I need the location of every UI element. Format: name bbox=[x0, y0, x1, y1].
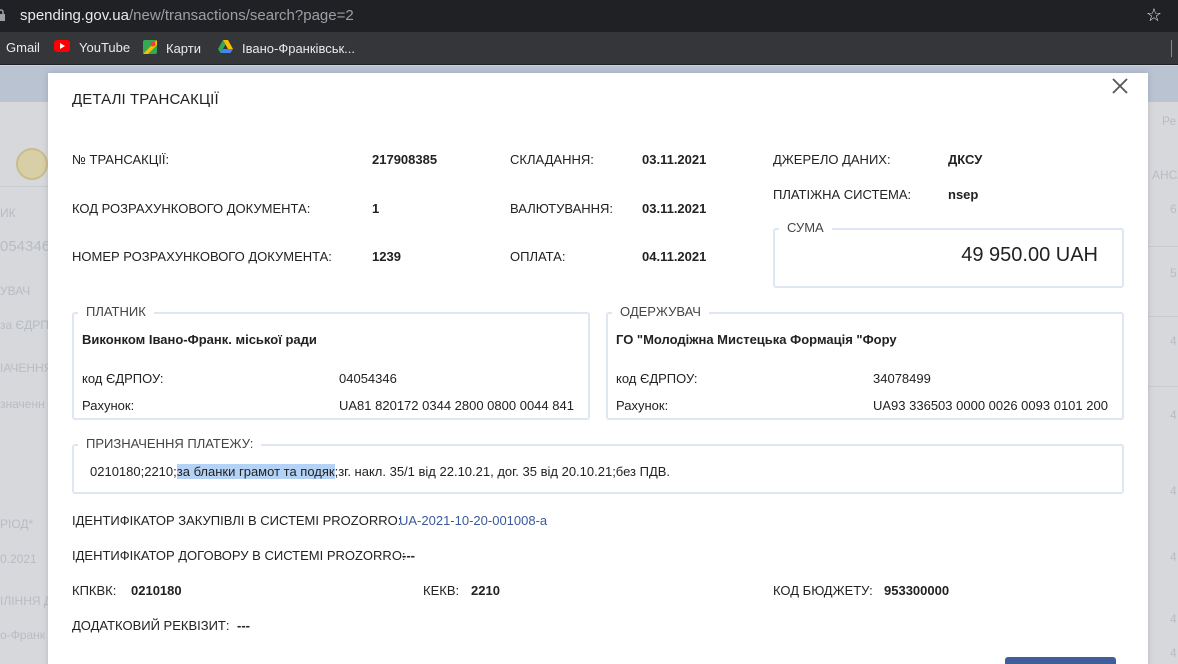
valuation-value: 03.11.2021 bbox=[642, 201, 707, 216]
purpose-text-part: 0210180;2210; bbox=[90, 464, 177, 479]
url-text[interactable]: spending.gov.ua/new/transactions/search?… bbox=[20, 7, 354, 24]
compiled-value: 03.11.2021 bbox=[642, 152, 707, 167]
bookmark-label: Gmail bbox=[6, 40, 40, 55]
extra-value: --- bbox=[237, 618, 250, 633]
budget-code-value: 953300000 bbox=[884, 583, 950, 598]
source-value: ДКСУ bbox=[948, 152, 983, 167]
transaction-no-label: № ТРАНСАКЦІЇ: bbox=[72, 152, 170, 167]
drive-icon bbox=[218, 40, 233, 56]
prozorro-contract-value: --- bbox=[402, 548, 415, 563]
recipient-edrpou-label: код ЄДРПОУ: bbox=[616, 371, 698, 386]
purpose-text[interactable]: 0210180;2210;за бланки грамот та подяк;з… bbox=[90, 464, 670, 479]
bookmark-gmail[interactable]: Gmail bbox=[6, 40, 40, 55]
payer-name: Виконком Івано-Франк. міської ради bbox=[82, 332, 317, 347]
bookmark-label: Івано-Франківськ... bbox=[242, 40, 355, 56]
doc-number-value: 1239 bbox=[372, 249, 401, 264]
bg-text: Ре bbox=[1162, 114, 1177, 128]
payment-value: 04.11.2021 bbox=[642, 249, 707, 264]
recipient-legend: ОДЕРЖУВАЧ bbox=[612, 304, 709, 319]
maps-icon bbox=[143, 40, 157, 57]
payment-label: ОПЛАТА: bbox=[510, 249, 566, 264]
recipient-account-value: UA93 336503 0000 0026 0093 0101 200 bbox=[873, 398, 1108, 413]
bg-text: 0.2021 bbox=[0, 552, 37, 566]
kekv-label: КЕКВ: bbox=[423, 583, 460, 598]
browser-url-bar[interactable]: spending.gov.ua/new/transactions/search?… bbox=[0, 0, 1178, 32]
doc-code-label: КОД РОЗРАХУНКОВОГО ДОКУМЕНТА: bbox=[72, 201, 311, 216]
bg-text: 054346 bbox=[0, 238, 51, 255]
purpose-legend: ПРИЗНАЧЕННЯ ПЛАТЕЖУ: bbox=[78, 436, 262, 451]
bg-text: РІОД* bbox=[0, 517, 34, 531]
modal-title: ДЕТАЛІ ТРАНСАКЦІЇ bbox=[72, 91, 219, 108]
purpose-text-selection: за бланки грамот та подяк bbox=[176, 464, 335, 479]
youtube-icon bbox=[54, 40, 70, 55]
sum-legend: СУМА bbox=[779, 220, 832, 235]
purpose-box: ПРИЗНАЧЕННЯ ПЛАТЕЖУ: 0210180;2210;за бла… bbox=[72, 436, 1124, 494]
modal-action-button[interactable] bbox=[1005, 657, 1116, 664]
url-host: spending.gov.ua bbox=[20, 7, 129, 24]
doc-number-label: НОМЕР РОЗРАХУНКОВОГО ДОКУМЕНТА: bbox=[72, 249, 332, 264]
bookmarks-divider bbox=[1171, 40, 1172, 57]
purpose-text-part: ;зг. накл. 35/1 від 22.10.21, дог. 35 ві… bbox=[334, 464, 671, 479]
bg-text: 4 bbox=[1170, 550, 1177, 564]
payer-edrpou-value: 04054346 bbox=[339, 371, 397, 386]
prozorro-purchase-label: ІДЕНТИФІКАТОР ЗАКУПІВЛІ В СИСТЕМІ PROZOR… bbox=[72, 513, 402, 528]
payer-box: ПЛАТНИК Виконком Івано-Франк. міської ра… bbox=[72, 304, 590, 420]
bookmark-star-icon[interactable]: ☆ bbox=[1146, 5, 1162, 26]
kekv-value: 2210 bbox=[471, 583, 500, 598]
extra-label: ДОДАТКОВИЙ РЕКВІЗИТ: bbox=[72, 618, 230, 633]
recipient-edrpou-value: 34078499 bbox=[873, 371, 931, 386]
sum-value: 49 950.00 UAH bbox=[961, 244, 1098, 266]
bg-text: за ЄДРП bbox=[0, 318, 49, 332]
bookmark-label: Карти bbox=[166, 41, 201, 56]
bg-divider bbox=[1148, 316, 1178, 317]
bg-text: 5 bbox=[1170, 266, 1177, 280]
source-label: ДЖЕРЕЛО ДАНИХ: bbox=[773, 152, 891, 167]
close-icon[interactable] bbox=[1110, 76, 1130, 96]
doc-code-value: 1 bbox=[372, 201, 380, 216]
bookmark-youtube[interactable]: YouTube bbox=[54, 40, 130, 55]
paysys-value: nsep bbox=[948, 187, 979, 202]
bg-text: ІАЧЕННЯ bbox=[0, 361, 53, 375]
transaction-no-value: 217908385 bbox=[372, 152, 438, 167]
recipient-box: ОДЕРЖУВАЧ ГО "Молодіжна Мистецька Формац… bbox=[606, 304, 1124, 420]
bg-text: 4 bbox=[1170, 612, 1177, 626]
paysys-label: ПЛАТІЖНА СИСТЕМА: bbox=[773, 187, 912, 202]
bg-text: АНСА bbox=[1152, 168, 1178, 182]
kpkvk-label: КПКВК: bbox=[72, 583, 117, 598]
prozorro-purchase-link[interactable]: UA-2021-10-20-001008-a bbox=[399, 513, 547, 528]
bg-text: ИК bbox=[0, 206, 16, 220]
recipient-account-label: Рахунок: bbox=[616, 398, 669, 413]
logo-icon bbox=[16, 148, 48, 180]
bg-text: 4 bbox=[1170, 646, 1177, 660]
bg-text: 4 bbox=[1170, 408, 1177, 422]
bg-text: УВАЧ bbox=[0, 284, 31, 298]
compiled-label: СКЛАДАННЯ: bbox=[510, 152, 594, 167]
lock-icon bbox=[0, 8, 6, 22]
bg-text: 6 bbox=[1170, 202, 1177, 216]
bg-text: 4 bbox=[1170, 334, 1177, 348]
bookmark-drive[interactable]: Івано-Франківськ... bbox=[218, 40, 355, 56]
payer-legend: ПЛАТНИК bbox=[78, 304, 154, 319]
recipient-name: ГО "Молодіжна Мистецька Формація "Фору bbox=[616, 332, 897, 347]
bg-text: 4 bbox=[1170, 484, 1177, 498]
budget-code-label: КОД БЮДЖЕТУ: bbox=[773, 583, 873, 598]
bookmark-label: YouTube bbox=[79, 40, 131, 55]
bg-divider bbox=[1148, 386, 1178, 387]
bg-text: о-Франк bbox=[0, 628, 46, 642]
bg-text: ІЛІННЯ Д bbox=[0, 594, 53, 608]
prozorro-contract-label: ІДЕНТИФІКАТОР ДОГОВОРУ В СИСТЕМІ PROZORR… bbox=[72, 548, 406, 563]
sum-box: СУМА 49 950.00 UAH bbox=[773, 220, 1124, 288]
bookmark-maps[interactable]: Карти bbox=[143, 40, 201, 57]
bg-divider bbox=[1148, 246, 1178, 247]
payer-account-value: UA81 820172 0344 2800 0800 0044 841 bbox=[339, 398, 574, 413]
kpkvk-value: 0210180 bbox=[131, 583, 182, 598]
payer-account-label: Рахунок: bbox=[82, 398, 135, 413]
valuation-label: ВАЛЮТУВАННЯ: bbox=[510, 201, 614, 216]
transaction-details-modal: ДЕТАЛІ ТРАНСАКЦІЇ № ТРАНСАКЦІЇ: 21790838… bbox=[48, 73, 1148, 664]
url-path: /new/transactions/search?page=2 bbox=[128, 7, 354, 24]
payer-edrpou-label: код ЄДРПОУ: bbox=[82, 371, 164, 386]
bookmarks-bar: Gmail YouTube Карти Івано-Франківськ... bbox=[0, 32, 1178, 65]
bg-text: значенн bbox=[0, 397, 45, 411]
bg-divider bbox=[0, 186, 48, 187]
